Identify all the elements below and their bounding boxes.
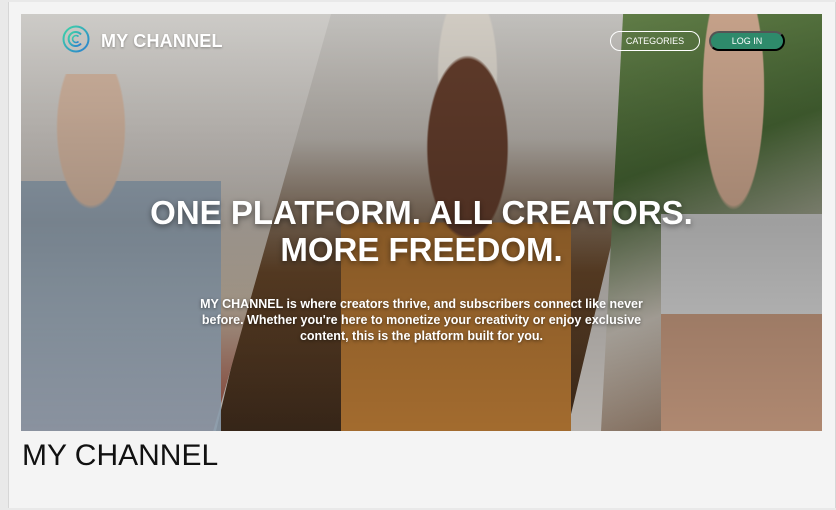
hero-headline-line2: MORE FREEDOM. [280, 231, 563, 268]
hero-headline: ONE PLATFORM. ALL CREATORS. MORE FREEDOM… [21, 194, 822, 268]
categories-button[interactable]: CATEGORIES [610, 31, 700, 51]
logo-text[interactable]: MY CHANNEL [101, 31, 223, 52]
hero-headline-line1: ONE PLATFORM. ALL CREATORS. [150, 194, 693, 231]
hero-banner: MY CHANNEL CATEGORIES LOG IN ONE PLATFOR… [21, 14, 822, 431]
site-name-heading: MY CHANNEL [22, 439, 219, 472]
hero-description: MY CHANNEL is where creators thrive, and… [200, 297, 643, 343]
login-button[interactable]: LOG IN [709, 31, 785, 51]
top-nav: MY CHANNEL CATEGORIES LOG IN [21, 14, 822, 70]
concentric-c-logo-icon[interactable] [62, 25, 90, 53]
